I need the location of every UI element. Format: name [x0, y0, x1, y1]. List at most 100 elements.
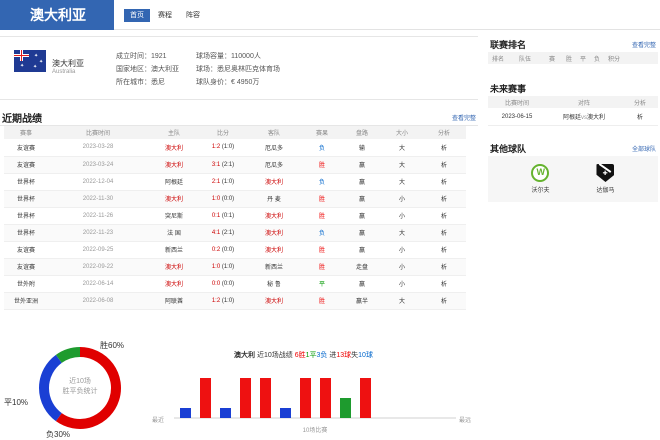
- column-header: 负: [593, 56, 600, 63]
- cell-analysis-link[interactable]: 析: [422, 292, 466, 310]
- cell-home-team[interactable]: 突尼斯: [148, 207, 200, 225]
- clubs-list: W 沃尔夫 ✚ 达伽马: [488, 156, 658, 202]
- half-score: (2:1): [220, 229, 235, 236]
- score-value: 1:0: [211, 195, 221, 202]
- cell-analysis-link[interactable]: 析: [422, 139, 466, 157]
- cell-competition[interactable]: 世界杯: [4, 173, 48, 191]
- cell-score[interactable]: 0:0 (0:0): [200, 275, 246, 293]
- cell-score[interactable]: 0:2 (0:0): [200, 241, 246, 259]
- cell-away-team[interactable]: 丹 麦: [246, 190, 302, 208]
- upcoming-matchup[interactable]: 阿根廷 vs 澳大利: [546, 112, 622, 121]
- column-header: 赛果: [302, 126, 342, 139]
- recent-more-link[interactable]: 查看完整: [452, 113, 476, 122]
- cell-home-team[interactable]: 法 国: [148, 224, 200, 242]
- cell-date: 2022-11-26: [48, 207, 148, 225]
- cell-over-under: 大: [382, 139, 422, 157]
- tab-lineup[interactable]: 阵容: [180, 9, 206, 22]
- upcoming-analysis-link[interactable]: 析: [622, 112, 658, 121]
- tab-schedule[interactable]: 赛程: [152, 9, 178, 22]
- column-header: 大小: [382, 126, 422, 139]
- cell-home-team[interactable]: 澳大利: [148, 156, 200, 174]
- cell-away-team[interactable]: 澳大利: [246, 241, 302, 259]
- column-header: 赛: [548, 56, 555, 63]
- table-row: 世外附 2022-06-14 澳大利 0:0 (0:0) 秘 鲁平赢小析: [4, 275, 466, 293]
- chart-right-label: 最远: [459, 416, 471, 424]
- cell-score[interactable]: 0:1 (0:1): [200, 207, 246, 225]
- cell-score[interactable]: 4:1 (2:1): [200, 224, 246, 242]
- ranking-more-link[interactable]: 查看完整: [632, 40, 656, 49]
- column-header: 分析: [422, 126, 466, 139]
- column-header: 对阵: [577, 100, 590, 107]
- result-bar: [360, 378, 371, 418]
- cell-competition[interactable]: 友谊赛: [4, 139, 48, 157]
- cell-score[interactable]: 1:2 (1:0): [200, 139, 246, 157]
- cell-home-team[interactable]: 澳大利: [148, 190, 200, 208]
- vasco-logo-icon: ✚: [596, 164, 615, 182]
- club-item[interactable]: ✚ 达伽马: [596, 164, 615, 194]
- cell-away-team[interactable]: 澳大利: [246, 292, 302, 310]
- cell-date: 2023-03-28: [48, 139, 148, 157]
- cell-analysis-link[interactable]: 析: [422, 241, 466, 259]
- cell-result: 负: [302, 224, 342, 242]
- cell-competition[interactable]: 世界杯: [4, 224, 48, 242]
- club-name: 达伽马: [596, 188, 615, 194]
- cell-away-team[interactable]: 澳大利: [246, 207, 302, 225]
- chart-x-label: 10场比赛: [303, 426, 328, 434]
- cell-score[interactable]: 1:2 (1:0): [200, 292, 246, 310]
- cell-score[interactable]: 2:1 (1:0): [200, 173, 246, 191]
- cell-away-team[interactable]: 澳大利: [246, 224, 302, 242]
- cell-analysis-link[interactable]: 析: [422, 224, 466, 242]
- column-header: 比分: [200, 126, 246, 139]
- table-row: 友谊赛 2023-03-24 澳大利 3:1 (2:1) 厄瓜多胜赢大析: [4, 156, 466, 174]
- cell-over-under: 小: [382, 258, 422, 276]
- page-header: 澳大利亚 首页 赛程 阵容: [0, 0, 660, 30]
- cell-home-team[interactable]: 澳大利: [148, 139, 200, 157]
- wolfsburg-logo-icon: W: [531, 164, 550, 182]
- cell-away-team[interactable]: 厄瓜多: [246, 139, 302, 157]
- cell-home-team[interactable]: 新西兰: [148, 241, 200, 259]
- cell-analysis-link[interactable]: 析: [422, 275, 466, 293]
- tab-home[interactable]: 首页: [124, 9, 150, 22]
- cell-away-team[interactable]: 秘 鲁: [246, 275, 302, 293]
- summary-title: 澳大利 近10场战绩 6胜1平3负 进13球失10球: [234, 352, 373, 359]
- column-header: 盘路: [342, 126, 382, 139]
- cell-home-team[interactable]: 阿根廷: [148, 173, 200, 191]
- cell-competition[interactable]: 友谊赛: [4, 241, 48, 259]
- cell-analysis-link[interactable]: 析: [422, 258, 466, 276]
- half-score: (0:1): [220, 212, 235, 219]
- cell-analysis-link[interactable]: 析: [422, 207, 466, 225]
- cell-score[interactable]: 1:0 (0:0): [200, 190, 246, 208]
- cell-handicap: 赢: [342, 190, 382, 208]
- cell-away-team[interactable]: 澳大利: [246, 173, 302, 191]
- founded-row: 成立时间：1921: [116, 53, 167, 60]
- cell-result: 胜: [302, 241, 342, 259]
- cell-analysis-link[interactable]: 析: [422, 156, 466, 174]
- clubs-more-link[interactable]: 全部球队: [632, 144, 656, 153]
- cell-away-team[interactable]: 新西兰: [246, 258, 302, 276]
- column-header: 平: [579, 56, 586, 63]
- cell-home-team[interactable]: 阿联酋: [148, 292, 200, 310]
- cell-date: 2022-06-14: [48, 275, 148, 293]
- cell-competition[interactable]: 世外亚洲: [4, 292, 48, 310]
- cell-competition[interactable]: 世界杯: [4, 207, 48, 225]
- cell-over-under: 大: [382, 173, 422, 191]
- cell-competition[interactable]: 世外附: [4, 275, 48, 293]
- cell-away-team[interactable]: 厄瓜多: [246, 156, 302, 174]
- column-header: 赛事: [4, 126, 48, 139]
- cell-competition[interactable]: 友谊赛: [4, 258, 48, 276]
- cell-analysis-link[interactable]: 析: [422, 190, 466, 208]
- club-item[interactable]: W 沃尔夫: [531, 164, 550, 194]
- cell-analysis-link[interactable]: 析: [422, 173, 466, 191]
- team-info-card: ✦ ✦ ✦ ✦ 澳大利亚 Australia 成立时间：1921 球场容量：11…: [0, 36, 478, 100]
- cell-score[interactable]: 1:0 (1:0): [200, 258, 246, 276]
- cell-competition[interactable]: 友谊赛: [4, 156, 48, 174]
- column-header: 比赛时间: [504, 100, 529, 107]
- cell-score[interactable]: 3:1 (2:1): [200, 156, 246, 174]
- cell-competition[interactable]: 世界杯: [4, 190, 48, 208]
- cell-date: 2023-03-24: [48, 156, 148, 174]
- cell-home-team[interactable]: 澳大利: [148, 275, 200, 293]
- result-bar: [200, 378, 211, 418]
- cell-result: 负: [302, 173, 342, 191]
- half-score: (0:0): [220, 195, 235, 202]
- cell-home-team[interactable]: 澳大利: [148, 258, 200, 276]
